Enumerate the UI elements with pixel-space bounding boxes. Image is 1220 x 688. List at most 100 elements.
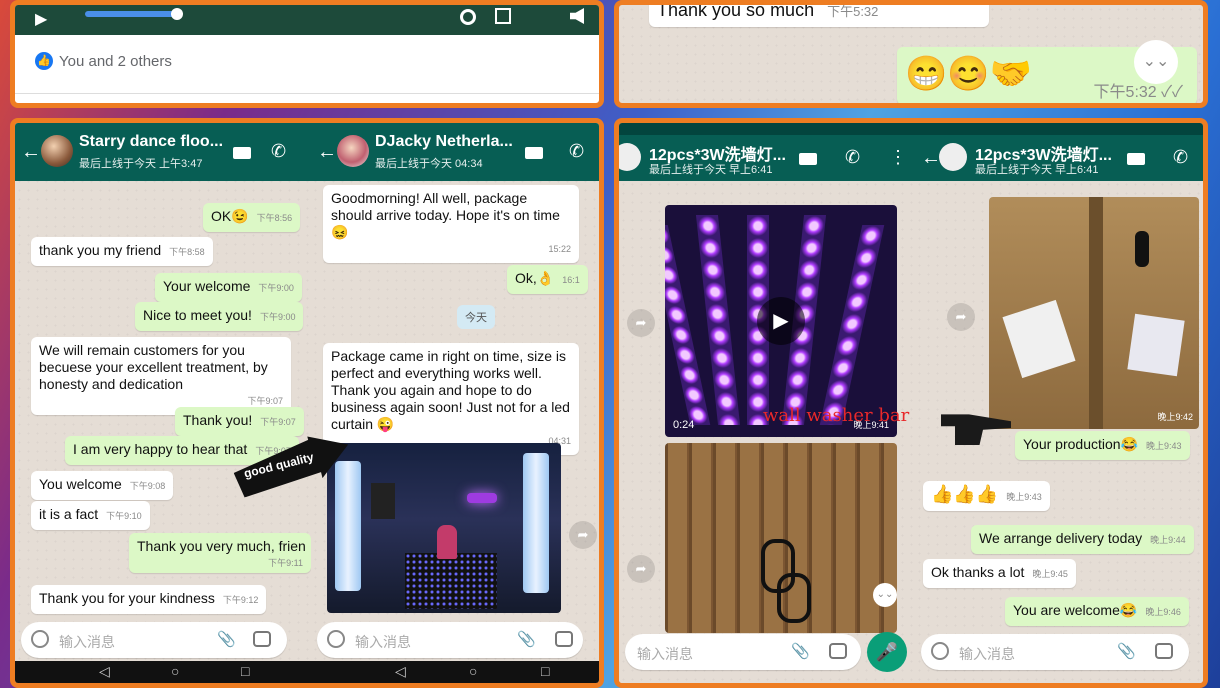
contact-name[interactable]: Starry dance floo... <box>79 133 229 151</box>
forward-icon[interactable]: ➦ <box>947 303 975 331</box>
message-bubble[interactable]: Goodmorning! All well, package should ar… <box>323 185 579 263</box>
message-bubble[interactable]: We arrange delivery today 晚上9:44 <box>971 525 1194 554</box>
nav-back-icon[interactable]: ◁ <box>99 663 110 680</box>
photo-light-column <box>335 461 361 591</box>
video-call-icon[interactable] <box>1127 153 1145 165</box>
message-bubble[interactable]: Thank you! 下午9:07 <box>175 407 304 436</box>
message-text: Ok,👌 <box>515 270 555 286</box>
divider <box>15 93 599 94</box>
video-call-icon[interactable] <box>233 147 251 159</box>
message-text: We will remain customers for you becuese… <box>39 342 268 392</box>
nav-recent-icon[interactable]: □ <box>241 663 249 679</box>
message-time: 晚上9:45 <box>1032 569 1068 579</box>
message-time: 下午9:00 <box>258 283 294 293</box>
message-input[interactable]: 输入消息 📎 <box>21 622 287 658</box>
back-arrow-icon[interactable]: ← <box>21 141 41 164</box>
message-text: Package came in right on time, size is p… <box>331 348 570 432</box>
input-placeholder: 输入消息 <box>355 634 411 650</box>
message-bubble[interactable]: You are welcome😂 晚上9:46 <box>1005 597 1189 626</box>
camera-icon[interactable] <box>1155 643 1173 659</box>
message-bubble[interactable]: it is a fact 下午9:10 <box>31 501 150 530</box>
fullscreen-icon[interactable] <box>495 8 511 24</box>
input-bar: 输入消息 📎 <box>15 619 311 663</box>
camera-icon[interactable] <box>253 631 271 647</box>
phone-icon[interactable]: ✆ <box>271 141 286 162</box>
forward-icon[interactable]: ➦ <box>569 521 597 549</box>
attach-icon[interactable]: 📎 <box>217 630 236 648</box>
message-text: OK😉 <box>211 208 249 224</box>
phone-icon[interactable]: ✆ <box>1173 147 1188 168</box>
video-progress-knob[interactable] <box>171 8 183 20</box>
photo-message[interactable]: 晚上9:42 <box>989 197 1199 429</box>
video-call-icon[interactable] <box>525 147 543 159</box>
emoji-icon[interactable] <box>31 630 49 648</box>
scroll-down-button[interactable]: ⌄⌄ <box>1134 40 1178 84</box>
message-bubble[interactable]: Thank you so much 下午5:32 <box>649 4 989 27</box>
status-bar <box>619 123 1203 135</box>
message-bubble[interactable]: Package came in right on time, size is p… <box>323 343 579 455</box>
attach-icon[interactable]: 📎 <box>517 630 536 648</box>
reaction-row[interactable]: 👍 You and 2 others <box>35 52 172 70</box>
message-input[interactable]: 输入消息 📎 <box>625 634 861 670</box>
phone-icon[interactable]: ✆ <box>845 147 860 168</box>
input-bar: 输入消息 📎 <box>915 631 1203 675</box>
avatar[interactable] <box>41 135 73 167</box>
video-call-icon[interactable] <box>799 153 817 165</box>
message-bubble[interactable]: OK😉 下午8:56 <box>203 203 301 232</box>
message-bubble[interactable]: We will remain customers for you becuese… <box>31 337 291 415</box>
attach-icon[interactable]: 📎 <box>1117 642 1136 660</box>
message-bubble[interactable]: Your production😂 晚上9:43 <box>1015 431 1190 460</box>
back-arrow-icon[interactable]: ← <box>317 141 337 164</box>
nav-recent-icon[interactable]: □ <box>541 663 549 679</box>
message-time: 16:1 <box>562 275 580 285</box>
play-button[interactable]: ▶ <box>757 297 805 345</box>
emoji-icon[interactable] <box>931 642 949 660</box>
avatar[interactable] <box>337 135 369 167</box>
message-input[interactable]: 输入消息 📎 <box>317 622 583 658</box>
forward-icon[interactable]: ➦ <box>627 555 655 583</box>
photo-message[interactable]: ⌄⌄ <box>665 443 897 633</box>
emoji-icon[interactable] <box>327 630 345 648</box>
android-nav-bar: ◁ ○ □ ◁ ○ □ <box>15 661 599 683</box>
message-text: 👍👍👍 <box>931 484 999 504</box>
avatar[interactable] <box>939 143 967 171</box>
led-bar <box>819 225 885 425</box>
message-time: 晚上9:43 <box>1006 492 1042 502</box>
phone-icon[interactable]: ✆ <box>569 141 584 162</box>
camera-icon[interactable] <box>829 643 847 659</box>
message-bubble[interactable]: thank you my friend 下午8:58 <box>31 237 213 266</box>
nav-home-icon[interactable]: ○ <box>469 663 477 679</box>
back-arrow-icon[interactable]: ← <box>921 147 941 170</box>
play-icon[interactable]: ▶ <box>35 9 47 29</box>
contact-name[interactable]: DJacky Netherla... <box>375 133 515 151</box>
message-text: We arrange delivery today <box>979 530 1143 546</box>
scroll-down-button[interactable]: ⌄⌄ <box>873 583 897 607</box>
message-time: 下午5:32 <box>827 4 879 19</box>
message-time: 晚上9:46 <box>1145 607 1181 617</box>
message-bubble[interactable]: Thank you for your kindness 下午9:12 <box>31 585 267 614</box>
volume-icon[interactable] <box>570 8 584 24</box>
message-text: Your production😂 <box>1023 436 1138 452</box>
more-options-icon[interactable]: ⋮ <box>889 147 907 168</box>
message-bubble[interactable]: Ok thanks a lot 晚上9:45 <box>923 559 1076 588</box>
date-divider: 今天 <box>457 305 495 329</box>
avatar[interactable] <box>619 143 641 171</box>
video-message[interactable]: ▶ 0:24 晚上9:41 <box>665 205 897 437</box>
photo-message[interactable] <box>327 443 561 613</box>
video-progress-bar[interactable] <box>85 11 175 17</box>
message-bubble[interactable]: Nice to meet you! 下午9:00 <box>135 302 304 331</box>
gear-icon[interactable] <box>460 9 476 25</box>
chat-header: 12pcs*3W洗墙灯... 最后上线于今天 早上6:41 ✆ ⋮ <box>619 135 915 181</box>
message-bubble[interactable]: Thank you very much, frien 下午9:11 <box>129 533 311 573</box>
message-input[interactable]: 输入消息 📎 <box>921 634 1189 670</box>
nav-back-icon[interactable]: ◁ <box>395 663 406 680</box>
message-bubble[interactable]: Ok,👌 16:1 <box>507 265 588 294</box>
attach-icon[interactable]: 📎 <box>791 642 810 660</box>
nav-home-icon[interactable]: ○ <box>171 663 179 679</box>
message-bubble[interactable]: You welcome 下午9:08 <box>31 471 174 500</box>
message-bubble[interactable]: Your welcome 下午9:00 <box>155 273 302 302</box>
mic-button[interactable]: 🎤 <box>867 632 907 672</box>
camera-icon[interactable] <box>555 631 573 647</box>
message-bubble[interactable]: 👍👍👍 晚上9:43 <box>923 481 1050 511</box>
forward-icon[interactable]: ➦ <box>627 309 655 337</box>
